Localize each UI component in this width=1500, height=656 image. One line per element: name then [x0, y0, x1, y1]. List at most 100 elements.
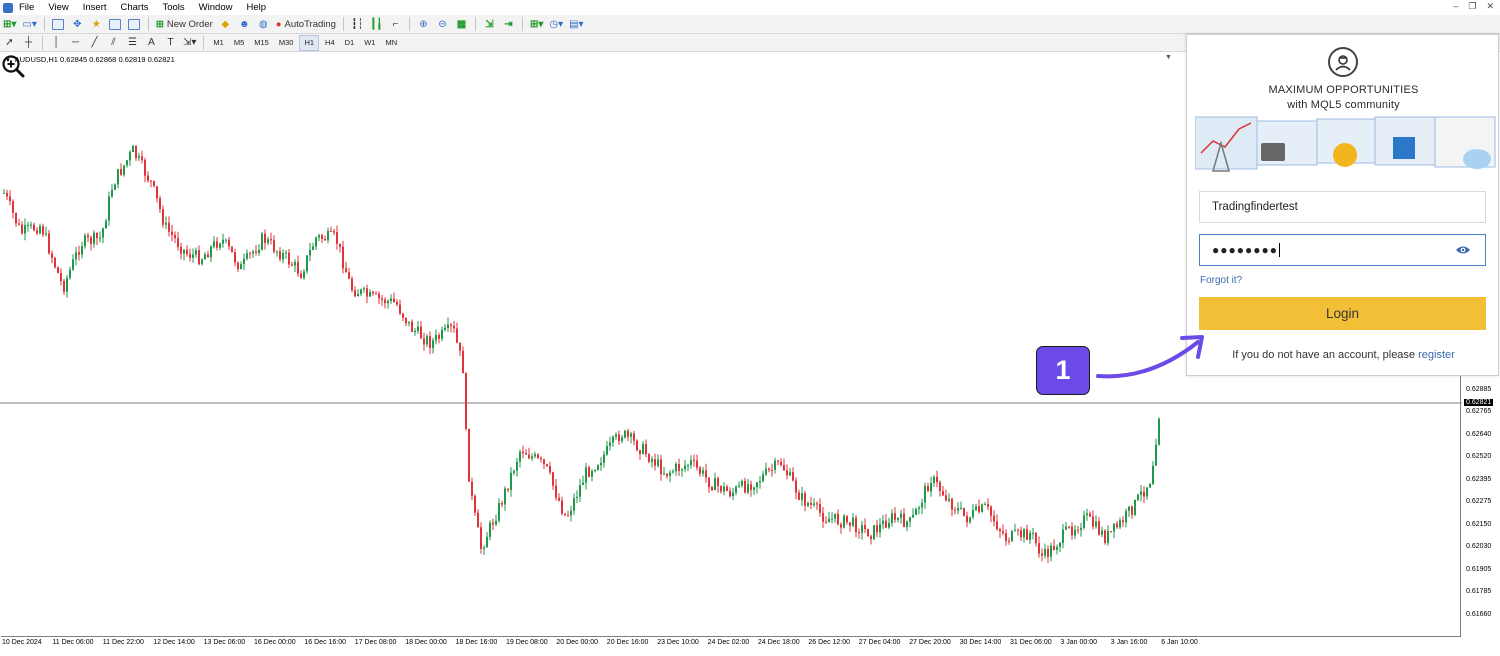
- bar-chart-icon[interactable]: ┇┆: [349, 16, 366, 32]
- candle: [783, 458, 785, 471]
- crosshair-icon[interactable]: ┼: [20, 35, 37, 51]
- chart-shift-icon[interactable]: ⇥: [500, 16, 517, 32]
- menu-window[interactable]: Window: [199, 2, 233, 13]
- line-chart-icon[interactable]: ⌐: [387, 16, 404, 32]
- register-link[interactable]: register: [1418, 349, 1455, 361]
- arrows-icon[interactable]: ⇲▾: [181, 35, 198, 51]
- candle: [648, 452, 650, 464]
- menu-view[interactable]: View: [48, 2, 68, 13]
- window-controls: ‒ ❐ ✕: [1453, 1, 1494, 12]
- login-button[interactable]: Login: [1199, 297, 1486, 330]
- timeframe-h1[interactable]: H1: [299, 34, 320, 51]
- text-icon[interactable]: A: [143, 35, 160, 51]
- menu-charts[interactable]: Charts: [121, 2, 149, 13]
- candlestick-icon[interactable]: ┃╽: [368, 16, 385, 32]
- candle: [159, 195, 161, 213]
- terminal-icon[interactable]: [107, 16, 124, 32]
- menu-file[interactable]: File: [19, 2, 34, 13]
- price-tick-label: 0.61905: [1466, 566, 1492, 573]
- fibonacci-icon[interactable]: ☰: [124, 35, 141, 51]
- candle: [129, 150, 131, 166]
- vertical-line-icon[interactable]: │: [48, 35, 65, 51]
- candle: [858, 528, 860, 539]
- navigator-icon[interactable]: ★: [88, 16, 105, 32]
- timeframe-h4[interactable]: H4: [321, 35, 339, 51]
- candle: [117, 169, 119, 189]
- zoom-in-icon[interactable]: [0, 53, 26, 79]
- market-icon[interactable]: ◍: [255, 16, 272, 32]
- candle: [822, 506, 824, 528]
- time-tick-label: 20 Dec 00:00: [556, 639, 599, 646]
- candle: [192, 248, 194, 263]
- trendline-icon[interactable]: ╱: [86, 35, 103, 51]
- timeframe-mn[interactable]: MN: [381, 35, 401, 51]
- auto-scroll-icon[interactable]: ⇲: [481, 16, 498, 32]
- text-label-icon[interactable]: T: [162, 35, 179, 51]
- toolbar-separator: [342, 17, 344, 31]
- candle: [795, 477, 797, 500]
- menu-insert[interactable]: Insert: [83, 2, 107, 13]
- candle: [1101, 526, 1103, 537]
- candle: [186, 245, 188, 257]
- candle: [573, 493, 575, 515]
- market-watch-icon[interactable]: [50, 16, 67, 32]
- strategy-tester-icon[interactable]: [126, 16, 143, 32]
- templates-icon[interactable]: ▤▾: [567, 16, 585, 32]
- signals-icon[interactable]: ☻: [236, 16, 253, 32]
- candle: [1095, 515, 1097, 529]
- time-tick-label: 18 Dec 16:00: [455, 639, 498, 646]
- timeframe-w1[interactable]: W1: [360, 35, 379, 51]
- time-tick-label: 18 Dec 00:00: [405, 639, 447, 646]
- zoom-out-toolbar-icon[interactable]: ⊖: [434, 16, 451, 32]
- candle: [438, 332, 440, 344]
- cursor-icon[interactable]: ➚: [1, 35, 18, 51]
- indicators-icon[interactable]: ⊞▾: [528, 16, 545, 32]
- zoom-in-toolbar-icon[interactable]: ⊕: [415, 16, 432, 32]
- forgot-password-link[interactable]: Forgot it?: [1200, 275, 1242, 286]
- candle: [324, 235, 326, 241]
- menu-help[interactable]: Help: [246, 2, 266, 13]
- chart-shift-marker[interactable]: ▼: [1165, 54, 1172, 61]
- candle: [474, 494, 476, 516]
- candle: [765, 462, 767, 476]
- candle: [402, 312, 404, 321]
- candle: [861, 520, 863, 540]
- metaeditor-icon[interactable]: ◆: [217, 16, 234, 32]
- price-tick-label: 0.62395: [1466, 476, 1492, 483]
- periods-icon[interactable]: ◷▾: [547, 16, 565, 32]
- new-chart-icon[interactable]: ⊞▾: [1, 16, 18, 32]
- candle: [276, 250, 278, 257]
- candle: [612, 435, 614, 447]
- new-order-button[interactable]: ⊞ New Order: [154, 16, 215, 32]
- timeframe-m5[interactable]: M5: [230, 35, 248, 51]
- time-tick-label: 11 Dec 22:00: [102, 639, 144, 646]
- tile-windows-icon[interactable]: ▦: [453, 16, 470, 32]
- candle: [60, 268, 62, 286]
- candle: [1077, 525, 1079, 534]
- minimize-button[interactable]: ‒: [1453, 1, 1458, 12]
- candle: [147, 171, 149, 183]
- candle: [345, 261, 347, 273]
- timeframe-m1[interactable]: M1: [209, 35, 227, 51]
- autotrading-button[interactable]: ● AutoTrading: [274, 16, 338, 32]
- timeframe-m15[interactable]: M15: [250, 35, 273, 51]
- restore-button[interactable]: ❐: [1468, 1, 1476, 12]
- time-tick-label: 27 Dec 20:00: [909, 639, 951, 646]
- close-button[interactable]: ✕: [1486, 1, 1494, 12]
- equidistant-channel-icon[interactable]: ⫽: [105, 35, 122, 51]
- step-number-badge: 1: [1036, 346, 1090, 395]
- candle: [687, 463, 689, 472]
- horizontal-line-icon[interactable]: ─: [67, 35, 84, 51]
- eye-icon[interactable]: [1455, 244, 1471, 256]
- data-window-icon[interactable]: ✥: [69, 16, 86, 32]
- profiles-icon[interactable]: ▭▾: [20, 16, 38, 32]
- price-tick-label: 0.62520: [1466, 453, 1492, 460]
- candle: [528, 447, 530, 460]
- timeframe-m30[interactable]: M30: [275, 35, 298, 51]
- login-username-field[interactable]: Tradingfindertest: [1199, 191, 1486, 223]
- candle: [33, 222, 35, 232]
- login-password-field[interactable]: ●●●●●●●●: [1199, 234, 1486, 266]
- candle: [384, 297, 386, 309]
- timeframe-d1[interactable]: D1: [341, 35, 359, 51]
- menu-tools[interactable]: Tools: [162, 2, 184, 13]
